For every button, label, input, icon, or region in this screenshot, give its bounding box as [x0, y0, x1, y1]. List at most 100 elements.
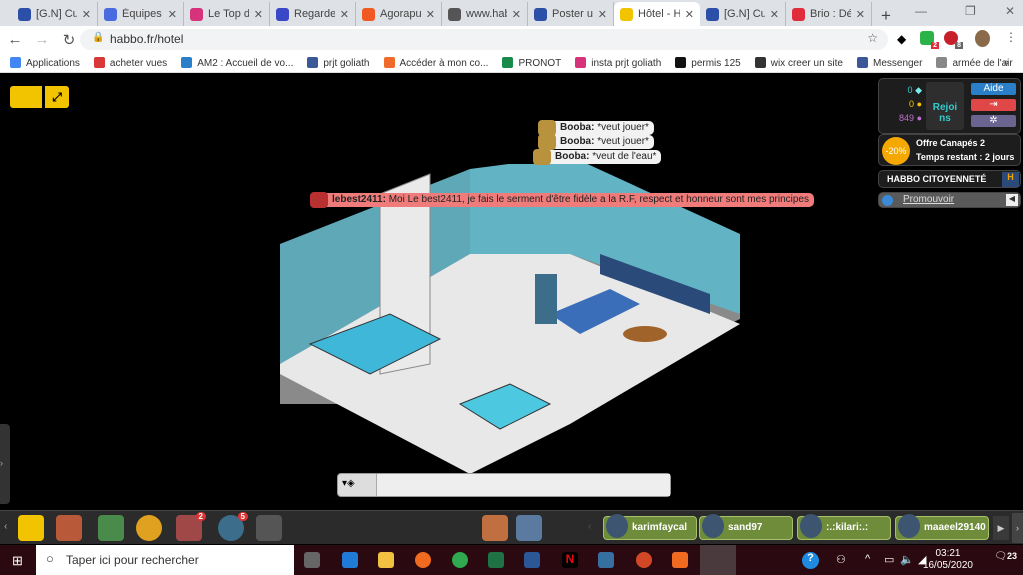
friends-prev-icon[interactable]: ‹ [588, 521, 591, 532]
close-tab-icon[interactable]: ✕ [856, 8, 865, 21]
browser-tab[interactable]: Regarder ✕ [270, 2, 356, 26]
bookmark-item[interactable]: permis 125 [675, 56, 741, 69]
friend-search-icon[interactable] [516, 515, 542, 541]
file-explorer-icon[interactable] [378, 552, 394, 568]
restore-button[interactable]: ❐ [965, 4, 976, 18]
chat-input[interactable]: ▾◈ [337, 473, 671, 497]
help-icon[interactable]: ? [802, 552, 819, 569]
volume-icon[interactable]: 🔈 [900, 553, 914, 566]
room-view[interactable] [270, 164, 750, 474]
new-tab-button[interactable]: + [872, 6, 900, 26]
more-bookmarks-icon[interactable]: » [1003, 57, 1009, 68]
taskbar-search[interactable]: ○ Taper ici pour rechercher [36, 545, 294, 575]
inventory-icon[interactable]: 2 [176, 512, 206, 541]
bookmark-item[interactable]: Applications [10, 56, 80, 69]
windows-start-icon[interactable]: ⊞ [12, 553, 23, 569]
chat-style-icon[interactable]: ▾◈ [342, 478, 355, 489]
fullscreen-icon[interactable]: ⤢ [45, 86, 69, 108]
people-icon[interactable]: ⚇ [836, 553, 846, 566]
firefox-icon[interactable] [415, 552, 431, 568]
browser-tab[interactable]: [G.N] Cur ✕ [700, 2, 786, 26]
task-view-icon[interactable] [304, 552, 320, 568]
hotel-view-icon[interactable] [18, 515, 44, 541]
promote-bar[interactable]: Promouvoir ◀ [878, 192, 1021, 208]
app-icon[interactable] [672, 552, 688, 568]
help-button[interactable]: Aide [971, 83, 1016, 95]
habbo-launcher-taskbar[interactable] [700, 545, 736, 575]
adblock-extension-icon[interactable]: 8 [944, 31, 963, 49]
close-tab-icon[interactable]: ✕ [168, 8, 177, 21]
collapse-icon[interactable]: ◀ [1006, 194, 1018, 206]
profile-avatar[interactable] [975, 30, 990, 47]
url-input[interactable]: 🔒 habbo.fr/hotel ☆ [80, 29, 888, 50]
close-tab-icon[interactable]: ✕ [598, 8, 607, 21]
bookmark-item[interactable]: prjt goliath [307, 56, 370, 69]
minimize-button[interactable]: — [915, 4, 927, 18]
word-icon[interactable] [524, 552, 540, 568]
powerpoint-icon[interactable] [636, 552, 652, 568]
notifications-icon[interactable]: 🗨23 [994, 551, 1017, 562]
browser-tab[interactable]: www.hab ✕ [442, 2, 528, 26]
friend-card[interactable]: :.:kilari:.: [797, 514, 891, 540]
catalogue-icon[interactable] [98, 515, 124, 541]
bookmark-item[interactable]: acheter vues [93, 56, 167, 69]
close-tab-icon[interactable]: ✕ [426, 8, 435, 21]
habbo-game-area[interactable]: ⤢ Booba: *veut jouer* Booba: *veut jouer*… [0, 74, 1023, 544]
promote-link[interactable]: Promouvoir [903, 194, 954, 205]
chat-bubble[interactable]: Booba: *veut jouer* [538, 120, 654, 136]
bookmark-item[interactable]: armée de l'air [936, 56, 1013, 69]
expand-toolbar-icon[interactable]: › [1012, 513, 1023, 543]
side-expand-handle[interactable]: › [0, 424, 10, 504]
menu-icon[interactable]: ⋮ [1005, 30, 1017, 44]
friends-next-icon[interactable]: ▶ [993, 516, 1009, 540]
group-panel[interactable]: HABBO CITOYENNETÉ H [878, 170, 1021, 188]
friend-card[interactable]: sand97 [699, 514, 793, 540]
close-tab-icon[interactable]: ✕ [770, 8, 779, 21]
habbo-logo-button[interactable] [10, 86, 42, 108]
excel-icon[interactable] [488, 552, 504, 568]
browser-tab[interactable]: Le Top du ✕ [184, 2, 270, 26]
bookmark-item[interactable]: wix creer un site [754, 56, 843, 69]
builders-club-icon[interactable] [136, 515, 162, 541]
close-tab-icon[interactable]: ✕ [340, 8, 349, 21]
avatar-icon[interactable]: 5 [218, 512, 248, 541]
clock[interactable]: 03:21 16/05/2020 [923, 548, 973, 572]
back-icon[interactable]: ← [3, 31, 27, 48]
bookmark-item[interactable]: Accéder à mon co... [383, 56, 488, 69]
star-icon[interactable]: ☆ [867, 31, 878, 45]
chat-bubble[interactable]: lebest2411: Moi Le best2411, je fais le … [310, 192, 814, 208]
close-tab-icon[interactable]: ✕ [254, 8, 263, 21]
browser-tab[interactable]: Hôtel - H ✕ [614, 2, 700, 26]
close-tab-icon[interactable]: ✕ [82, 8, 91, 21]
join-club-button[interactable]: Rejoi ns [926, 82, 964, 130]
browser-tab[interactable]: Équipes - ✕ [98, 2, 184, 26]
browser-tab[interactable]: Brio : Déf ✕ [786, 2, 872, 26]
bookmark-item[interactable]: Messenger [856, 56, 922, 69]
netflix-icon[interactable]: N [562, 552, 578, 568]
show-hidden-icons[interactable]: ^ [865, 553, 870, 565]
forward-icon[interactable]: → [30, 31, 54, 48]
chat-text-field[interactable] [376, 474, 670, 496]
logout-button[interactable]: ⇥ [971, 99, 1016, 111]
rooms-navigator-icon[interactable] [56, 515, 82, 541]
settings-button[interactable]: ✲ [971, 115, 1016, 127]
offer-panel[interactable]: -20% Offre Canapés 2 Temps restant : 2 j… [878, 134, 1021, 166]
friend-card[interactable]: karimfaycal [603, 514, 697, 540]
edge-icon[interactable] [342, 552, 358, 568]
close-tab-icon[interactable]: ✕ [685, 8, 694, 21]
bookmark-item[interactable]: AM2 : Accueil de vo... [181, 56, 293, 69]
friends-icon[interactable] [482, 515, 508, 541]
collapse-toolbar-icon[interactable]: ‹ [4, 521, 7, 532]
chat-bubble[interactable]: Booba: *veut jouer* [538, 134, 654, 150]
battery-icon[interactable]: ▭ [884, 553, 894, 566]
reload-icon[interactable]: ↻ [57, 31, 81, 49]
chrome-icon[interactable] [452, 552, 468, 568]
shield-extension-icon[interactable]: 2 [920, 31, 939, 49]
tag-extension-icon[interactable]: ◆ [897, 32, 906, 46]
python-icon[interactable] [598, 552, 614, 568]
friend-card[interactable]: maaeel29140 [895, 514, 989, 540]
close-tab-icon[interactable]: ✕ [512, 8, 521, 21]
bookmark-item[interactable]: PRONOT [502, 56, 561, 69]
browser-tab[interactable]: Agorapul ✕ [356, 2, 442, 26]
chat-bubble[interactable]: Booba: *veut de l'eau* [533, 149, 662, 165]
